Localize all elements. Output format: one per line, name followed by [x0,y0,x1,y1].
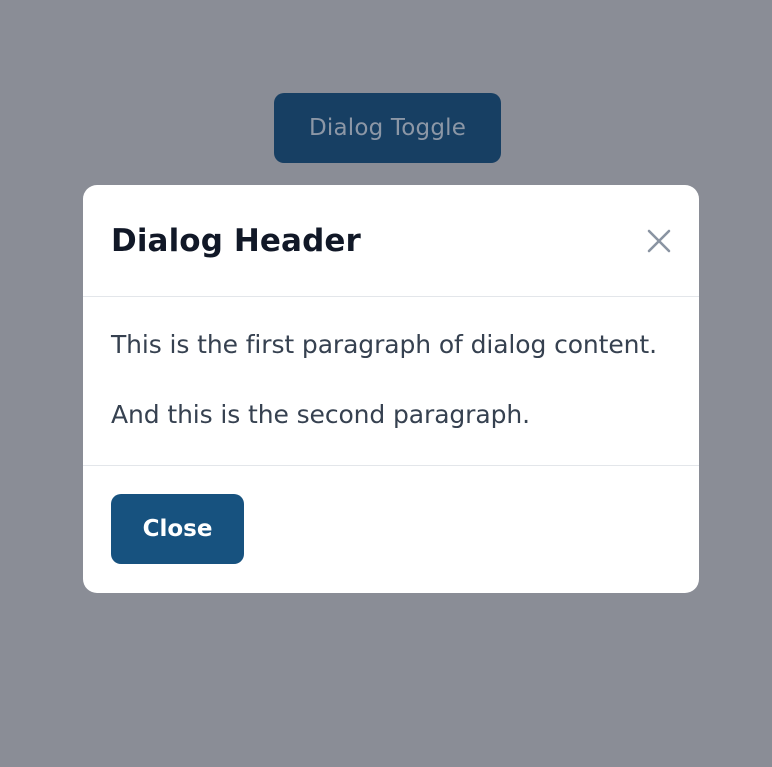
close-button[interactable]: Close [111,494,244,564]
dialog-paragraph-second: And this is the second paragraph. [111,400,530,429]
dialog-body: This is the first paragraph of dialog co… [83,297,699,466]
dialog-title: Dialog Header [111,222,361,259]
dialog-paragraph-first: This is the first paragraph of dialog co… [111,330,657,359]
dialog-toggle-button[interactable]: Dialog Toggle [274,93,501,163]
dialog-footer: Close [83,466,699,593]
close-icon[interactable] [637,219,681,263]
dialog-header: Dialog Header [83,185,699,297]
dialog: Dialog Header This is the first paragrap… [83,185,699,593]
